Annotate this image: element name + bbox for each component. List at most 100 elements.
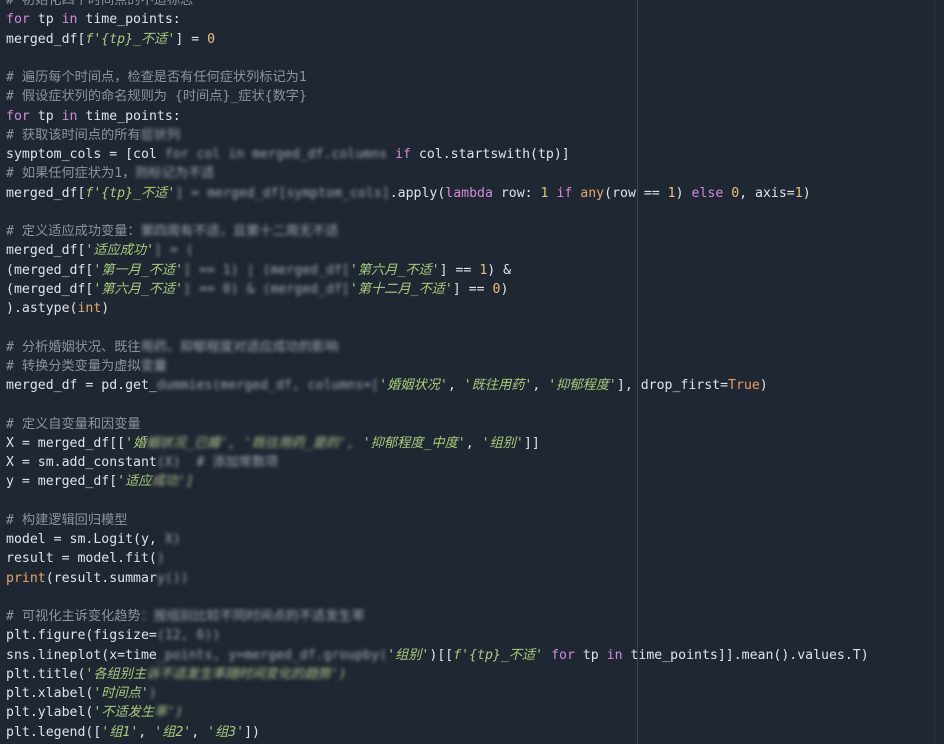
code-token: time_points: [77,12,181,28]
code-token: '适应成功' [85,243,155,259]
code-token: '抑郁程度' [548,378,617,393]
code-token: merged_df[ [6,243,86,259]
code-token: # 如果任何症状为1， [6,166,136,182]
code-token: '组3' [207,724,245,740]
code-line[interactable]: plt.figure(figsize=(12, 6)) [6,626,869,645]
code-line[interactable]: plt.xlabel('时间点') [6,684,869,703]
code-line[interactable]: # 定义自变量和因变量 [6,415,869,434]
code-line[interactable]: X = merged_df[['婚姻状况_已婚', '既往用药_是的', '抑郁… [6,434,869,453]
code-token: 用药、抑郁程度对适应成功的影响 [140,339,339,355]
code-line[interactable]: result = model.fit() [6,549,869,568]
code-token: '适应 [117,474,152,490]
code-token: )[[ [429,647,454,663]
code-token: # 假设症状列的命名规则为 {时间点}_症状{数字} [6,89,307,105]
code-token: ] == 0) & (merged_df[ [183,281,350,297]
code-token: ) [802,185,811,201]
code-line[interactable]: # 构建逻辑回归模型 [6,511,869,530]
code-token: True [728,378,760,393]
code-token: sns.lineplot(x=time [6,647,157,663]
code-token: (12, 6)) [156,628,221,644]
code-token: y = merged_df[ [6,474,118,490]
code-token: # 初始化四个时间点的不适标志 [6,0,194,8]
code-line[interactable]: symptom_cols = [col for col in merged_df… [6,145,869,164]
blank-line[interactable] [6,49,869,68]
code-line[interactable]: sns.lineplot(x=time_points, y=merged_df.… [6,646,869,665]
code-line[interactable]: # 遍历每个时间点，检查是否有任何症状列标记为1 [6,68,869,87]
code-token: '组1' [101,724,139,740]
code-token: 姻状况_已婚', '既往用药_是的', [146,435,355,451]
code-line[interactable]: X = sm.add_constant(X) # 添加常数项 [6,453,869,472]
code-token: X) [164,532,181,547]
code-token: plt.xlabel( [6,686,94,701]
code-line[interactable]: merged_df[f'{tp}_不适'] = 0 [6,30,869,49]
code-line[interactable]: for tp in time_points: [6,107,869,126]
code-line[interactable]: # 假设症状列的命名规则为 {时间点}_症状{数字} [6,87,869,106]
code-token: (result.summar [45,570,157,586]
code-token: '不适发生 [93,705,155,721]
code-token: ) [148,686,157,701]
blank-line[interactable] [6,492,869,511]
code-token: .apply( [389,185,446,201]
code-token: col.startswith(tp)] [410,147,570,162]
code-token: row: [492,185,541,201]
code-token: f'{tp}_不适' [85,31,176,47]
code-token: # 定义自变量和因变量 [6,416,141,432]
code-token: , [138,724,155,740]
code-token: for [6,108,30,124]
code-token: '既往用药' [463,378,533,393]
code-line[interactable]: # 如果任何症状为1，则标记为不适 [6,164,869,183]
code-token: , [532,378,549,393]
code-token: ) [156,551,165,567]
right-edge-ruler [934,0,935,744]
code-line[interactable]: # 转换分类变量为虚拟变量 [6,357,869,376]
code-line[interactable]: y = merged_df['适应成功'] [6,472,869,491]
code-line[interactable]: merged_df['适应成功'] = ( [6,241,869,260]
code-token: 症状列 [140,127,181,143]
code-line[interactable]: # 分析婚姻状况、既往用药、抑郁程度对适应成功的影响 [6,338,869,357]
blank-line[interactable] [6,318,869,337]
code-line[interactable]: for tp in time_points: [6,10,869,29]
code-line[interactable]: plt.legend(['组1', '组2', '组3']) [6,723,869,742]
code-content[interactable]: # 初始化四个时间点的不适标志 for tp in time_points: mer… [6,0,869,742]
code-line[interactable]: # 获取该时间点的所有症状列 [6,126,869,145]
code-token: if [556,185,573,201]
code-token: '时间点' [93,686,149,701]
code-line[interactable]: # 定义适应成功变量：第四周有不适，且第十二周无不适 [6,222,869,241]
code-token: for [551,647,575,663]
code-token: merged_df = pd.get_ [6,378,157,393]
code-line[interactable]: merged_df[f'{tp}_不适'] = merged_df[sympto… [6,184,869,203]
blank-line[interactable] [6,203,869,222]
code-token: f'{tp}_不适' [453,647,544,663]
code-token: ] == [452,281,493,297]
code-token: '第六月_不适' [93,281,184,297]
code-line[interactable]: # 初始化四个时间点的不适标志 [6,0,869,10]
code-token: ) [759,378,768,393]
code-line[interactable]: merged_df = pd.get_dummies(merged_df, co… [6,376,869,395]
code-token: int [77,301,102,316]
code-token: 成功'] [151,474,194,490]
code-line[interactable]: ).astype(int) [6,299,869,318]
code-token: tp [574,647,607,663]
code-token: plt.title( [6,666,86,682]
code-token: tp [29,12,62,28]
code-line[interactable]: model = sm.Logit(y, X) [6,530,869,549]
code-token: plt.ylabel( [6,705,94,721]
code-line[interactable]: plt.ylabel('不适发生率') [6,703,869,722]
code-line[interactable]: print(result.summary()) [6,569,869,588]
code-line[interactable]: (merged_df['第一月_不适'] == 1) | (merged_df[… [6,261,869,280]
blank-line[interactable] [6,395,869,414]
code-line[interactable]: (merged_df['第六月_不适'] == 0) & (merged_df[… [6,280,869,299]
code-token: dummies(merged_df, columns=[ [156,378,380,393]
code-token: any [580,185,605,201]
code-token: # 定义适应成功变量： [6,224,141,239]
code-token: # 可视化主诉变化趋势 [6,609,141,624]
code-editor[interactable]: # 初始化四个时间点的不适标志 for tp in time_points: mer… [0,0,944,744]
code-token: print [6,570,46,586]
code-line[interactable]: # 可视化主诉变化趋势：按组别比较不同时间点的不适发生率 [6,607,869,626]
code-token: '组别' [387,647,430,663]
code-line[interactable]: plt.title('各组别主诉不适发生率随时间变化的趋势') [6,665,869,684]
code-token: plt.figure(figsize= [6,628,157,644]
blank-line[interactable] [6,588,869,607]
